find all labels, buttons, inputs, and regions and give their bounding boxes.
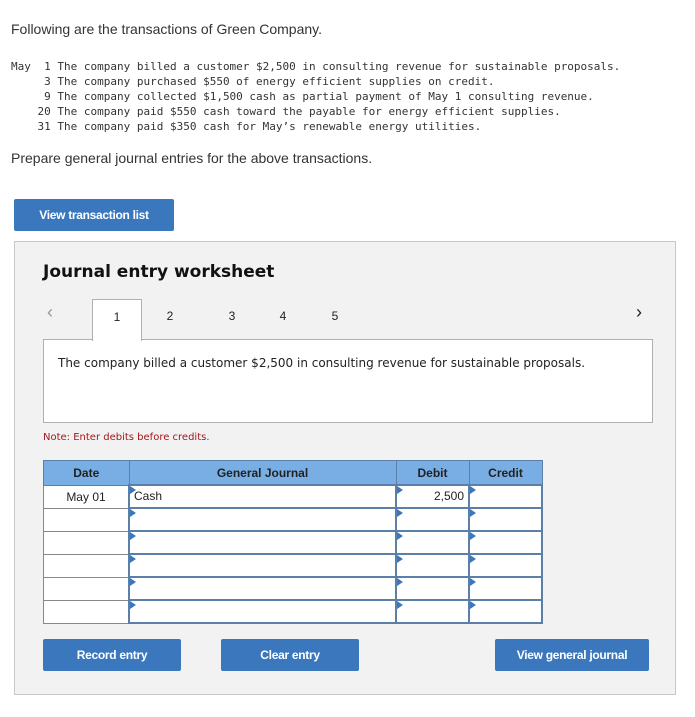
transaction-item: May 1 The company billed a customer $2,5… — [11, 59, 620, 74]
input-marker-icon — [397, 555, 403, 563]
date-cell[interactable] — [43, 530, 130, 555]
transaction-item: 31 The company paid $350 cash for May’s … — [11, 119, 620, 134]
input-marker-icon — [397, 486, 403, 494]
view-transaction-list-button[interactable]: View transaction list — [14, 199, 174, 231]
credit-input[interactable] — [468, 507, 543, 532]
input-marker-icon — [397, 509, 403, 517]
debit-input[interactable] — [395, 530, 470, 555]
input-marker-icon — [397, 532, 403, 540]
account-input[interactable] — [128, 507, 397, 532]
transaction-day: May 1 — [11, 60, 51, 73]
dropdown-marker-icon — [130, 532, 136, 540]
credit-input[interactable] — [468, 599, 543, 624]
chevron-right-icon[interactable]: › — [636, 302, 642, 323]
dropdown-marker-icon — [130, 555, 136, 563]
dropdown-marker-icon — [130, 509, 136, 517]
table-row: May 01 Cash 2,500 — [43, 484, 543, 509]
date-cell[interactable]: May 01 — [43, 484, 130, 509]
transaction-text: The company collected $1,500 cash as par… — [57, 90, 594, 103]
view-general-journal-button[interactable]: View general journal — [495, 639, 649, 671]
chevron-left-icon[interactable]: ‹ — [47, 302, 53, 323]
header-debit: Debit — [395, 460, 470, 486]
header-general-journal: General Journal — [128, 460, 397, 486]
account-input[interactable] — [128, 599, 397, 624]
input-marker-icon — [397, 601, 403, 609]
transaction-text: The company paid $350 cash for May’s ren… — [57, 120, 482, 133]
credit-input[interactable] — [468, 576, 543, 601]
tab-4[interactable]: 4 — [268, 299, 298, 340]
dropdown-marker-icon — [130, 578, 136, 586]
transaction-text: The company billed a customer $2,500 in … — [57, 60, 621, 73]
dropdown-marker-icon — [130, 486, 136, 494]
transaction-text: The company paid $550 cash toward the pa… — [57, 105, 561, 118]
table-row — [43, 599, 543, 624]
input-marker-icon — [470, 486, 476, 494]
account-input[interactable] — [128, 553, 397, 578]
worksheet-title: Journal entry worksheet — [43, 262, 275, 282]
input-marker-icon — [470, 578, 476, 586]
tab-2[interactable]: 2 — [155, 299, 185, 340]
input-marker-icon — [470, 509, 476, 517]
debit-input[interactable] — [395, 507, 470, 532]
transaction-day: 9 — [11, 90, 51, 103]
debit-input[interactable] — [395, 576, 470, 601]
instructions-text: Prepare general journal entries for the … — [11, 150, 373, 166]
credit-input[interactable] — [468, 484, 543, 509]
tab-1[interactable]: 1 — [92, 299, 142, 341]
credit-input[interactable] — [468, 530, 543, 555]
transaction-item: 20 The company paid $550 cash toward the… — [11, 104, 620, 119]
account-input[interactable]: Cash — [128, 484, 397, 509]
transaction-item: 9 The company collected $1,500 cash as p… — [11, 89, 620, 104]
tab-5[interactable]: 5 — [320, 299, 350, 340]
input-marker-icon — [470, 555, 476, 563]
transaction-item: 3 The company purchased $550 of energy e… — [11, 74, 620, 89]
date-cell[interactable] — [43, 507, 130, 532]
table-row — [43, 530, 543, 555]
table-header-row: Date General Journal Debit Credit — [43, 460, 543, 486]
table-row — [43, 507, 543, 532]
date-cell[interactable] — [43, 576, 130, 601]
record-entry-button[interactable]: Record entry — [43, 639, 181, 671]
debit-input[interactable]: 2,500 — [395, 484, 470, 509]
account-input[interactable] — [128, 576, 397, 601]
clear-entry-button[interactable]: Clear entry — [221, 639, 359, 671]
account-input[interactable] — [128, 530, 397, 555]
intro-text: Following are the transactions of Green … — [11, 21, 323, 37]
journal-table: Date General Journal Debit Credit May 01… — [43, 460, 543, 624]
transaction-day: 31 — [11, 120, 51, 133]
header-date: Date — [43, 460, 130, 486]
transaction-day: 20 — [11, 105, 51, 118]
input-marker-icon — [470, 601, 476, 609]
transaction-day: 3 — [11, 75, 51, 88]
input-marker-icon — [470, 532, 476, 540]
date-cell[interactable] — [43, 599, 130, 624]
transaction-list: May 1 The company billed a customer $2,5… — [11, 59, 620, 134]
credit-input[interactable] — [468, 553, 543, 578]
table-row — [43, 553, 543, 578]
header-credit: Credit — [468, 460, 543, 486]
note-text: Note: Enter debits before credits. — [43, 432, 210, 443]
journal-entry-worksheet: Journal entry worksheet ‹ 1 2 3 4 5 › Th… — [14, 241, 676, 695]
transaction-text: The company purchased $550 of energy eff… — [57, 75, 495, 88]
table-row — [43, 576, 543, 601]
debit-input[interactable] — [395, 599, 470, 624]
debit-input[interactable] — [395, 553, 470, 578]
input-marker-icon — [397, 578, 403, 586]
transaction-description: The company billed a customer $2,500 in … — [43, 339, 653, 423]
dropdown-marker-icon — [130, 601, 136, 609]
tab-3[interactable]: 3 — [217, 299, 247, 340]
date-cell[interactable] — [43, 553, 130, 578]
